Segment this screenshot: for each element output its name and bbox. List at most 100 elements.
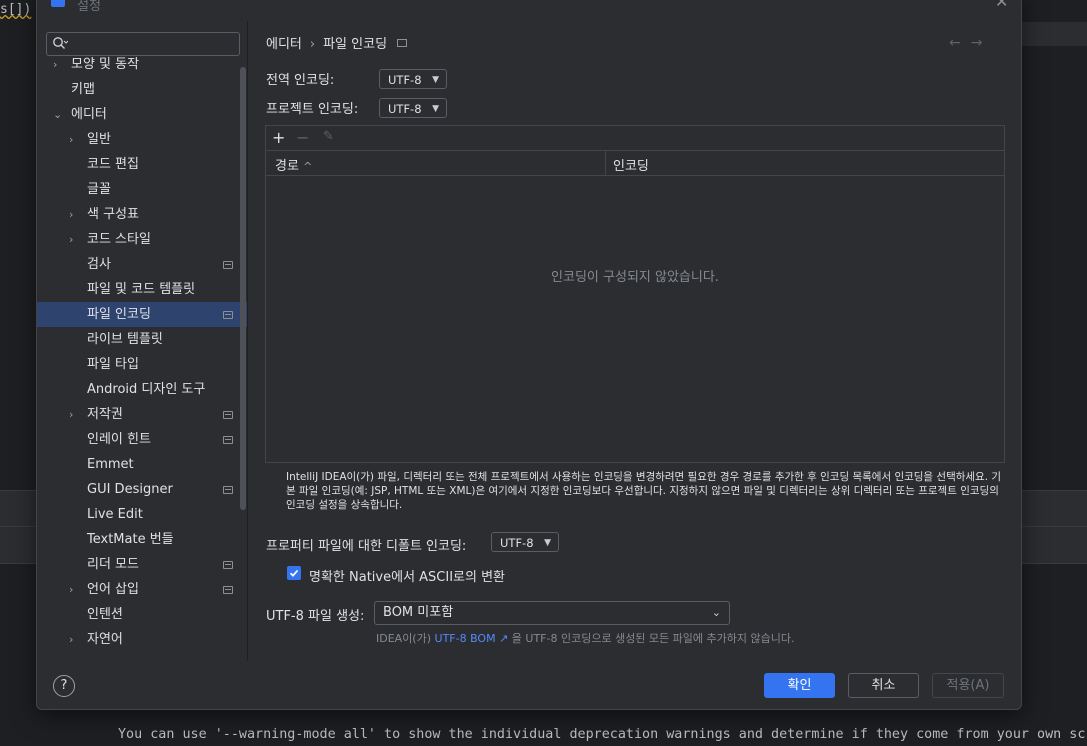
sidebar-item[interactable]: Live Edit [37,502,247,527]
breadcrumb: 에디터 › 파일 인코딩 [266,33,408,52]
forward-arrow-icon[interactable]: → [971,35,993,51]
properties-encoding-label: 프로퍼티 파일에 대한 디폴트 인코딩: [266,539,467,554]
sidebar-item-label: Live Edit [87,507,143,522]
sidebar-item[interactable]: › 자연어 [37,627,247,652]
bom-select[interactable]: BOM 미포함 ⌄ [374,601,730,625]
sidebar-item[interactable]: 검사 [37,252,247,277]
table-toolbar: + − ✎ [266,126,1004,151]
path-encoding-table: + − ✎ 경로 ^ 인코딩 인코딩이 구성되지 않았습니다. [265,125,1005,463]
sidebar-item[interactable]: 인텐션 [37,602,247,627]
sidebar-item[interactable]: 리더 모드 [37,552,247,577]
sidebar-item[interactable]: › 언어 삽입 [37,577,247,602]
project-scope-icon [223,586,233,594]
breadcrumb-current: 파일 인코딩 [323,37,388,52]
sidebar-item-label: 색 구성표 [87,207,139,222]
dropdown-arrow-icon: ▼ [544,538,551,548]
edit-icon[interactable]: ✎ [323,129,334,144]
project-scope-icon [223,411,233,419]
project-scope-icon [397,39,408,47]
sidebar-item-label: 글꼴 [87,182,111,197]
sidebar-item-label: 모양 및 동작 [71,57,140,72]
bom-hint: IDEA이(가) UTF-8 BOM ↗ 을 UTF-8 인코딩으로 생성된 모… [376,632,795,645]
project-scope-icon [223,486,233,494]
chevron-right-icon[interactable]: › [69,627,73,652]
breadcrumb-separator: › [309,37,316,52]
sidebar-item[interactable]: › 저작권 [37,402,247,427]
sidebar-item[interactable]: ⌄ 에디터 [37,102,247,127]
dropdown-arrow-icon: ▼ [432,104,439,114]
chevron-down-icon: ⌄ [711,606,721,619]
native-to-ascii-label[interactable]: 명확한 Native에서 ASCII로의 변환 [309,566,505,585]
column-divider [605,151,606,175]
project-encoding-value: UTF-8 [388,102,422,116]
settings-dialog: 설정 ✕ › 모양 및 동작키맵 ⌄ 에디터 › 일반코드 편집글꼴 › 색 구성표 › 코드 스… [36,0,1022,710]
chevron-right-icon[interactable]: › [69,402,73,427]
remove-icon[interactable]: − [296,128,309,147]
sidebar-item[interactable]: 코드 편집 [37,152,247,177]
sidebar-item-label: 에디터 [71,107,107,122]
sidebar-item-label: GUI Designer [87,482,173,497]
global-encoding-value: UTF-8 [388,73,422,87]
chevron-right-icon[interactable]: › [69,577,73,602]
column-path[interactable]: 경로 ^ [275,155,312,174]
sidebar-item[interactable]: Android 디자인 도구 [37,377,247,402]
sidebar-item-label: 코드 편집 [87,157,139,172]
sidebar-item-label: 키맵 [71,82,95,97]
column-encoding[interactable]: 인코딩 [613,155,649,174]
sidebar-item-label: 파일 및 코드 템플릿 [87,282,196,297]
sidebar-item-label: 검사 [87,257,111,272]
chevron-down-icon[interactable]: ⌄ [53,102,62,127]
sidebar-item[interactable]: › 모양 및 동작 [37,52,247,77]
ok-button[interactable]: 확인 [764,673,835,698]
sidebar-item[interactable]: 파일 인코딩 [37,302,247,327]
app-icon [51,0,65,7]
sidebar-item[interactable]: 라이브 템플릿 [37,327,247,352]
project-encoding-select[interactable]: UTF-8 ▼ [379,98,447,118]
panel-divider [247,21,248,661]
sidebar-item[interactable]: 인레이 힌트 [37,427,247,452]
sidebar-item[interactable]: 키맵 [37,77,247,102]
sidebar-item-label: 리더 모드 [87,557,139,572]
properties-encoding-select[interactable]: UTF-8 ▼ [491,532,559,552]
sidebar-item[interactable]: Emmet [37,452,247,477]
global-encoding-select[interactable]: UTF-8 ▼ [379,69,447,89]
utf8-bom-link[interactable]: UTF-8 BOM ↗ [435,632,509,645]
sidebar-item-label: 언어 삽입 [87,582,139,597]
add-icon[interactable]: + [272,128,285,147]
sidebar-scrollbar[interactable] [240,67,246,510]
chevron-right-icon[interactable]: › [53,52,57,77]
sidebar-item[interactable]: › 색 구성표 [37,202,247,227]
back-arrow-icon[interactable]: ← [949,35,971,51]
sidebar-item[interactable]: GUI Designer [37,477,247,502]
sidebar-item-label: 인레이 힌트 [87,432,151,447]
project-encoding-label: 프로젝트 인코딩: [266,102,359,117]
sidebar-item[interactable]: › 일반 [37,127,247,152]
code-fragment: s[]) [0,2,32,17]
search-icon [53,37,68,49]
chevron-right-icon[interactable]: › [69,127,73,152]
sidebar-item[interactable]: › 코드 스타일 [37,227,247,252]
console-output: You can use '--warning-mode all' to show… [118,727,1087,742]
cancel-button[interactable]: 취소 [848,673,919,698]
dropdown-arrow-icon: ▼ [432,75,439,85]
sidebar-item[interactable]: 파일 및 코드 템플릿 [37,277,247,302]
chevron-right-icon[interactable]: › [69,202,73,227]
native-to-ascii-checkbox[interactable] [287,566,301,580]
editor-gutter [1020,22,1087,46]
bom-value: BOM 미포함 [383,605,454,620]
dialog-titlebar: 설정 ✕ [37,0,1021,21]
sidebar-item-label: Android 디자인 도구 [87,382,206,397]
table-header: 경로 ^ 인코딩 [266,151,1004,176]
breadcrumb-parent[interactable]: 에디터 [266,37,302,52]
chevron-right-icon[interactable]: › [69,227,73,252]
close-icon[interactable]: ✕ [995,0,1008,11]
sidebar-item-label: 코드 스타일 [87,232,151,247]
sidebar-item[interactable]: TextMate 번들 [37,527,247,552]
checkmark-icon [289,569,299,577]
help-button[interactable]: ? [53,675,75,697]
sidebar-item[interactable]: 글꼴 [37,177,247,202]
sidebar-item[interactable]: 파일 타입 [37,352,247,377]
apply-button[interactable]: 적용(A) [932,673,1004,698]
sidebar-item-label: TextMate 번들 [87,532,174,547]
sidebar-item-label: 일반 [87,132,111,147]
